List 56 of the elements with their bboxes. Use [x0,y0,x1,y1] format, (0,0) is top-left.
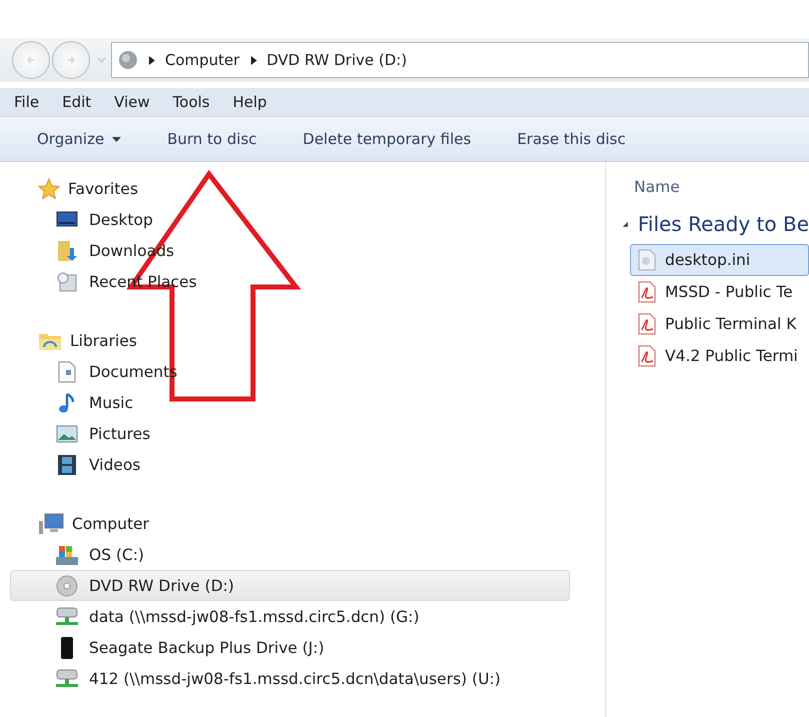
back-button[interactable] [12,41,50,79]
music-note-icon [57,392,77,414]
document-icon [58,360,76,382]
nav-item[interactable]: data (\\mssd-jw08-fs1.mssd.circ5.dcn) (G:) [10,601,570,632]
breadcrumb[interactable]: DVD RW Drive (D:) [266,51,407,69]
nav-section-header[interactable]: Favorites [68,180,138,198]
image-icon [56,424,78,442]
menu-item[interactable]: View [114,93,150,111]
nav-item[interactable]: DVD RW Drive (D:) [10,570,570,601]
toolbar-button[interactable]: Erase this disc [502,126,641,152]
network-drive-icon [55,606,79,628]
globe-icon [118,50,138,70]
computer-icon [38,512,64,534]
file-row[interactable]: Public Terminal K [630,308,809,340]
toolbar-button[interactable]: Organize [22,126,136,152]
pdf-file-icon [637,281,657,303]
group-header[interactable]: Files Ready to Be [638,212,809,236]
menu-item[interactable]: Edit [62,93,92,111]
menu-item[interactable]: Tools [172,93,210,111]
nav-item[interactable]: 412 (\\mssd-jw08-fs1.mssd.circ5.dcn\data\users) (U:) [10,663,570,694]
external-drive-icon [60,636,74,660]
drive-icon [55,544,79,566]
toolbar-button[interactable]: Burn to disc [152,126,272,152]
caret-icon [112,136,122,142]
nav-section-header[interactable]: Computer [72,514,150,532]
breadcrumb[interactable]: Computer [165,51,240,69]
nav-item[interactable]: Desktop [10,204,570,235]
column-header[interactable]: Name [634,178,680,196]
file-row[interactable]: desktop.ini [630,244,809,276]
clock-folder-icon [56,270,78,292]
film-icon [57,454,77,476]
monitor-icon [56,210,78,228]
address-bar[interactable]: Computer DVD RW Drive (D:) [111,42,809,78]
nav-item[interactable]: Pictures [10,418,570,449]
file-row[interactable]: V4.2 Public Termi [630,340,809,372]
chevron-right-icon [250,56,257,64]
nav-item[interactable]: OS (C:) [10,539,570,570]
chevron-right-icon [148,56,155,64]
star-icon [38,178,60,200]
nav-item[interactable]: Videos [10,449,570,480]
menu-item[interactable]: File [14,93,40,111]
pdf-file-icon [637,345,657,367]
file-row[interactable]: MSSD - Public Te [630,276,809,308]
menu-item[interactable]: Help [232,93,267,111]
nav-item[interactable]: Music [10,387,570,418]
settings-file-icon [637,249,657,271]
nav-section-header[interactable]: Libraries [70,332,137,350]
network-drive-icon [55,668,79,690]
dropdown-icon[interactable] [97,57,106,63]
toolbar-button[interactable]: Delete temporary files [288,126,486,152]
forward-button[interactable] [52,41,90,79]
folder-icon [56,240,78,262]
disc-icon [56,574,78,596]
nav-item[interactable]: Seagate Backup Plus Drive (J:) [10,632,570,663]
pdf-file-icon [637,313,657,335]
expand-triangle-icon[interactable] [622,220,628,228]
